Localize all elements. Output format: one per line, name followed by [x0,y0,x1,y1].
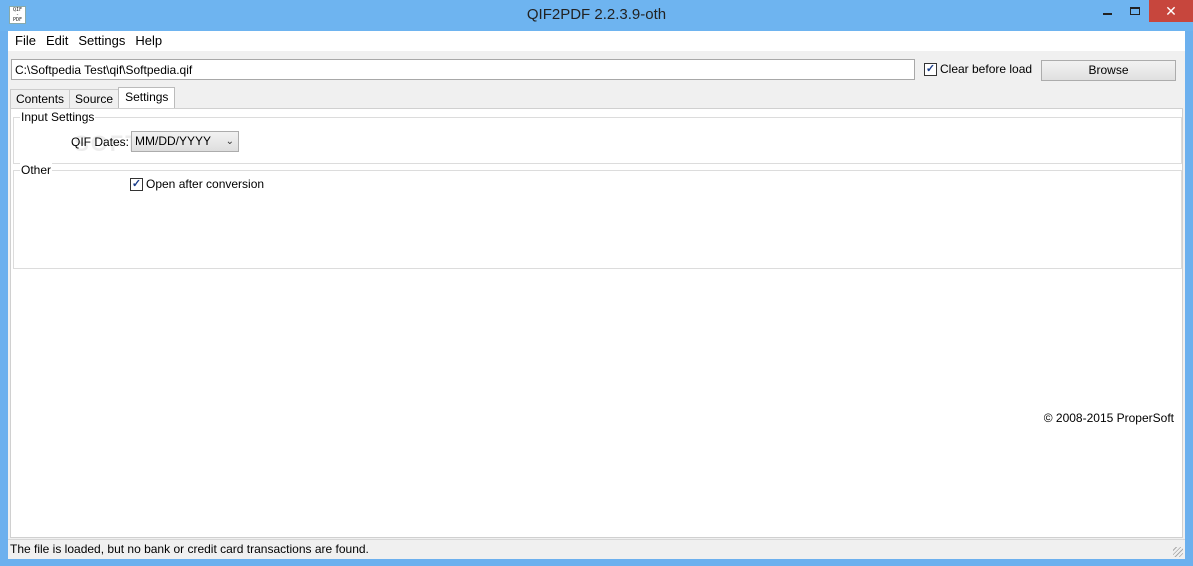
qif-dates-label: QIF Dates: [71,135,130,149]
close-icon: ✕ [1165,2,1177,19]
resize-grip-icon[interactable] [1173,547,1183,557]
open-after-conversion-checkbox[interactable]: ✓ Open after conversion [130,177,264,191]
window-controls: ✕ [1093,0,1193,22]
qif-dates-select[interactable]: MM/DD/YYYY ⌄ [131,131,239,152]
maximize-icon [1130,7,1140,15]
minimize-icon [1102,13,1112,15]
menu-file[interactable]: File [10,31,41,51]
status-bar: The file is loaded, but no bank or credi… [8,539,1185,559]
chevron-down-icon: ⌄ [225,136,234,147]
open-after-conversion-label: Open after conversion [146,177,265,191]
maximize-button[interactable] [1121,0,1149,22]
file-path-input[interactable] [11,59,915,80]
window-title: QIF2PDF 2.2.3.9-oth [526,6,667,23]
other-group: Other ✓ Open after conversion [13,163,1182,269]
check-icon[interactable]: ✓ [924,62,937,76]
minimize-button[interactable] [1093,0,1121,22]
menu-settings[interactable]: Settings [73,31,130,51]
menu-edit[interactable]: Edit [41,31,73,51]
input-settings-group: Input Settings SOFTPEDIA QIF Dates: MM/D… [13,110,1182,164]
close-button[interactable]: ✕ [1149,0,1193,22]
qif-dates-value: MM/DD/YYYY [135,134,212,148]
title-bar[interactable]: QIF - PDF QIF2PDF 2.2.3.9-oth ✕ [0,0,1193,31]
other-title: Other [20,163,53,177]
menu-help[interactable]: Help [130,31,167,51]
tab-strip: Contents Source Settings [10,87,176,108]
input-settings-title: Input Settings [20,110,96,124]
client-area: File Edit Settings Help ✓ Clear before l… [8,31,1185,559]
app-window: QIF - PDF QIF2PDF 2.2.3.9-oth ✕ File Edi… [0,0,1193,566]
clear-before-load-checkbox[interactable]: ✓ Clear before load [924,62,1032,76]
check-icon[interactable]: ✓ [130,177,143,191]
clear-before-load-label: Clear before load [940,62,1033,76]
browse-button[interactable]: Browse [1041,60,1176,81]
copyright-text: © 2008-2015 ProperSoft [1043,411,1174,425]
tab-source[interactable]: Source [69,89,120,108]
tab-settings[interactable]: Settings [118,87,176,108]
settings-panel: Input Settings SOFTPEDIA QIF Dates: MM/D… [10,108,1183,538]
status-text: The file is loaded, but no bank or credi… [10,542,369,556]
tab-contents[interactable]: Contents [10,89,71,108]
menu-bar: File Edit Settings Help [8,31,1185,51]
